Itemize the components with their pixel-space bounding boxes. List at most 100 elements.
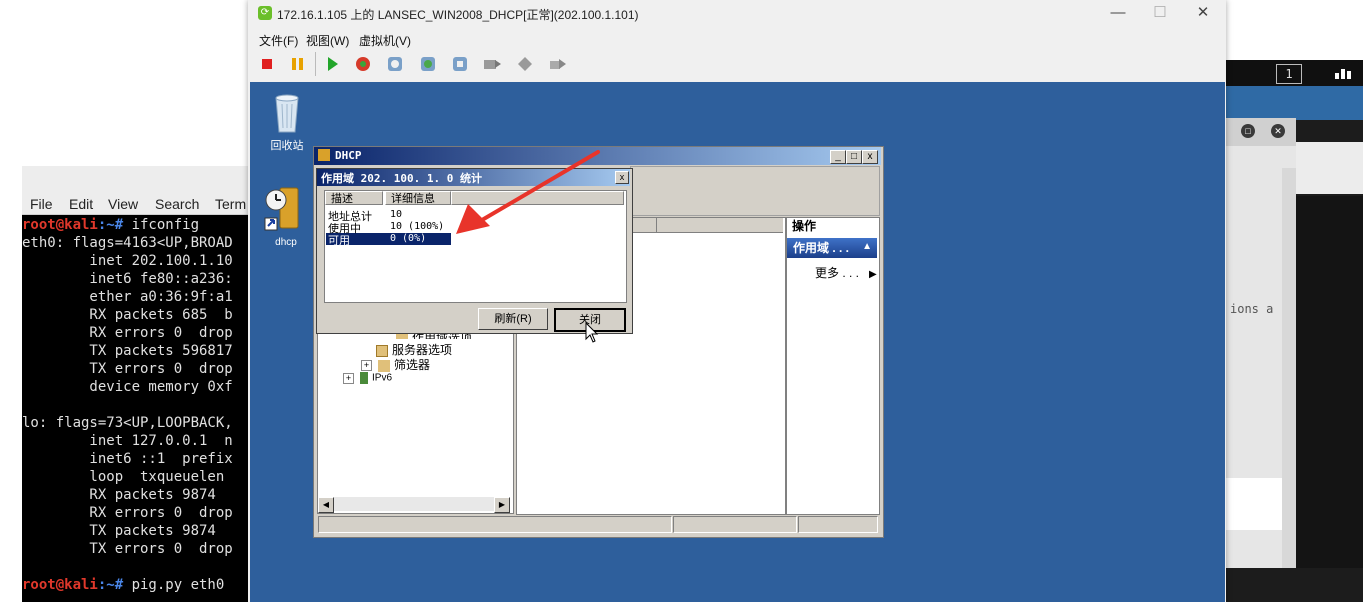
column-header-description[interactable]: 描述 — [325, 191, 383, 205]
dhcp-window-title: DHCP — [335, 149, 362, 162]
prompt-user: root@kali — [22, 217, 98, 233]
expand-icon[interactable]: + — [343, 372, 354, 384]
filter-icon — [378, 359, 390, 372]
window-maximize-icon[interactable]: □ — [1241, 124, 1255, 138]
annotation-arrow-icon — [446, 148, 606, 243]
command-text: pig.py eth0 — [131, 577, 225, 593]
mmc-toolbar-area — [630, 166, 880, 216]
terminal-output: root@kali:~# ifconfig eth0: flags=4163<UP… — [22, 216, 250, 594]
command-text: ifconfig — [131, 217, 200, 233]
maximize-button[interactable]: ☐ — [1143, 3, 1177, 23]
terminal-line: inet 127.0.0.1 n — [22, 433, 233, 449]
tree-item-filters[interactable]: + 筛选器 — [361, 356, 430, 373]
terminal-line: root@kali:~# pig.py eth0 — [22, 576, 250, 594]
terminal-menu-search[interactable]: Search — [155, 196, 199, 212]
refresh-button[interactable]: 刷新(R) — [478, 308, 548, 330]
terminal-line: inet6 ::1 prefix — [22, 451, 233, 467]
dhcp-close-button[interactable]: x — [862, 150, 878, 164]
menu-file[interactable]: 文件(F) — [259, 32, 298, 49]
prompt-path: :~# — [97, 217, 132, 233]
dhcp-shortcut-label: dhcp — [275, 237, 297, 248]
dhcp-shortcut-icon[interactable] — [264, 186, 304, 235]
terminal-menu-view[interactable]: View — [108, 196, 138, 212]
collapse-up-icon[interactable]: ▲ — [862, 241, 872, 252]
vm-app-icon: ⟳ — [258, 6, 272, 20]
recycle-bin-icon[interactable] — [270, 90, 304, 137]
row-available-value: 0 (0%) — [390, 233, 427, 244]
tree-horizontal-scrollbar[interactable] — [318, 497, 510, 511]
terminal-line: device memory 0xf — [22, 379, 233, 395]
expand-icon[interactable]: + — [361, 360, 372, 372]
scroll-right-icon[interactable]: ▶ — [494, 497, 510, 513]
terminal-menubar: File Edit View Search Term — [22, 166, 250, 215]
background-desktop-strip — [1226, 86, 1363, 120]
background-window-titlebar — [1226, 118, 1296, 146]
terminal-line: eth0: flags=4163<UP,BROAD — [22, 235, 233, 251]
terminal-line: inet 202.100.1.10 — [22, 253, 233, 269]
terminal-line: root@kali:~# ifconfig — [22, 216, 250, 234]
close-button[interactable]: ✕ — [1186, 3, 1220, 23]
stop-icon[interactable] — [257, 54, 277, 74]
pause-icon[interactable] — [288, 54, 308, 74]
background-white-block — [1226, 478, 1282, 530]
terminal-menu-edit[interactable]: Edit — [69, 196, 93, 212]
terminal-line: TX errors 0 drop — [22, 541, 233, 557]
terminal-line: lo: flags=73<UP,LOOPBACK, — [22, 415, 233, 431]
menu-vm[interactable]: 虚拟机(V) — [359, 32, 411, 49]
share-icon[interactable] — [548, 54, 568, 74]
actions-pane — [786, 217, 880, 515]
status-cell — [318, 516, 672, 533]
status-cell — [798, 516, 878, 533]
background-scrollbar[interactable] — [1282, 168, 1296, 568]
terminal-line: loop txqueuelen — [22, 469, 225, 485]
window-close-icon[interactable]: ✕ — [1271, 124, 1285, 138]
menu-view[interactable]: 视图(W) — [306, 32, 349, 49]
terminal-line: RX errors 0 drop — [22, 325, 233, 341]
toolbar-separator — [315, 52, 316, 76]
row-in-use-value: 10 (100%) — [390, 221, 445, 232]
workspace-indicator[interactable]: 1 — [1276, 64, 1302, 84]
submenu-arrow-icon: ▶ — [869, 269, 877, 280]
snapshot-manage-icon[interactable] — [450, 54, 470, 74]
dhcp-window-icon — [318, 149, 330, 161]
play-icon[interactable] — [322, 54, 342, 74]
background-window-top — [1226, 0, 1363, 60]
status-cell — [673, 516, 797, 533]
dhcp-minimize-button[interactable]: _ — [830, 150, 846, 164]
minimize-button[interactable]: — — [1101, 3, 1135, 23]
tree-item-ipv6[interactable]: + IPv6 — [343, 372, 392, 384]
column-divider — [656, 218, 657, 232]
terminal-line: TX packets 9874 — [22, 523, 216, 539]
dialog-close-icon[interactable]: x — [615, 171, 629, 184]
ipv6-icon — [360, 372, 368, 384]
snapshot-icon[interactable] — [385, 54, 405, 74]
scroll-left-icon[interactable]: ◀ — [318, 497, 334, 513]
terminal-line: TX errors 0 drop — [22, 361, 233, 377]
background-terminal-text: ions a — [1230, 302, 1274, 316]
snapshot-revert-icon[interactable] — [418, 54, 438, 74]
recycle-bin-label: 回收站 — [270, 140, 304, 152]
terminal-line: inet6 fe80::a236: — [22, 271, 233, 287]
background-terminal — [1296, 196, 1363, 568]
terminal-line: RX errors 0 drop — [22, 505, 233, 521]
column-header-details[interactable]: 详细信息 — [385, 191, 451, 205]
terminal-menu-file[interactable]: File — [30, 196, 53, 212]
tools-icon[interactable] — [515, 54, 535, 74]
send-keys-icon[interactable] — [482, 54, 502, 74]
reset-icon[interactable] — [353, 54, 373, 74]
terminal-line: RX packets 685 b — [22, 307, 233, 323]
vm-window-title: 172.16.1.105 上的 LANSEC_WIN2008_DHCP[正常](… — [277, 8, 639, 22]
network-tray-icon[interactable] — [1334, 66, 1352, 80]
terminal-menu-terminal[interactable]: Term — [215, 196, 246, 212]
actions-scope-section[interactable]: 作用域 . . . ▲ — [787, 238, 877, 258]
background-window-header — [1296, 142, 1363, 194]
prompt-path: :~# — [97, 577, 132, 593]
dhcp-maximize-button[interactable]: □ — [846, 150, 862, 164]
terminal-line: TX packets 596817 — [22, 343, 233, 359]
row-available-label[interactable]: 可用 — [328, 232, 350, 248]
prompt-user: root@kali — [22, 577, 98, 593]
actions-more-item[interactable]: 更多 . . . ▶ — [815, 264, 877, 281]
actions-header: 操作 — [787, 218, 877, 235]
